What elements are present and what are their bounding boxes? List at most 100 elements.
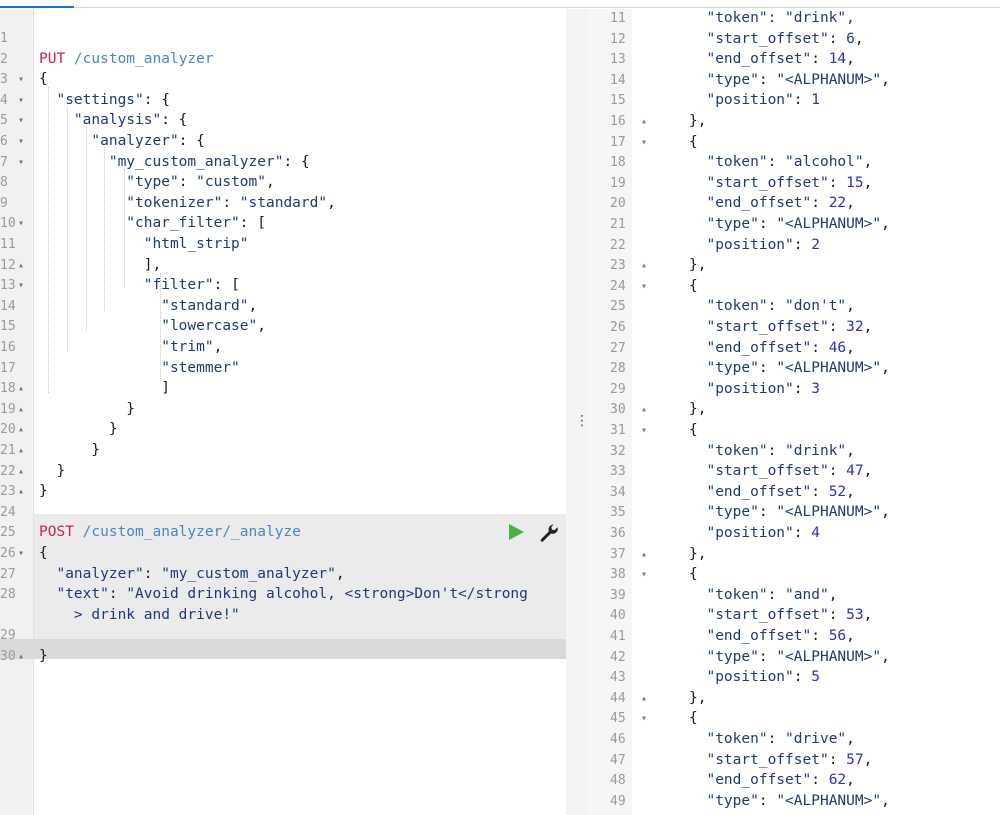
fold-expand-icon[interactable]: ▴ (641, 255, 647, 276)
token-key: "start_offset" (689, 30, 829, 47)
token-pun: : (222, 194, 240, 211)
token-pun: : (828, 607, 847, 624)
code-line: 15 "lowercase", (0, 316, 566, 337)
code-text: "end_offset": 56, (689, 626, 854, 647)
fold-collapse-icon[interactable]: ▾ (18, 543, 24, 564)
line-number: 23 (0, 484, 16, 500)
fold-collapse-icon[interactable]: ▾ (641, 132, 647, 153)
fold-expand-icon[interactable]: ▴ (641, 399, 647, 420)
fold-expand-icon[interactable]: ▴ (18, 399, 24, 420)
code-text: }, (689, 111, 706, 132)
code-line: 14 "standard", (0, 296, 566, 317)
token-key: "token" (689, 442, 768, 459)
token-key: "position" (689, 380, 794, 397)
fold-expand-icon[interactable]: ▴ (18, 440, 24, 461)
token-pun: : (828, 463, 847, 480)
token-pun: : { (143, 91, 170, 108)
fold-expand-icon[interactable]: ▴ (641, 544, 647, 565)
code-text: "type": "<ALPHANUM>", (689, 214, 889, 235)
line-number: 18 (610, 155, 626, 171)
fold-expand-icon[interactable]: ▴ (641, 111, 647, 132)
token-pun: : (793, 669, 812, 686)
line-number: 17 (610, 134, 626, 150)
fold-expand-icon[interactable]: ▴ (18, 461, 24, 482)
line-number: 12 (0, 257, 16, 273)
fold-collapse-icon[interactable]: ▾ (641, 276, 647, 297)
code-text: "end_offset": 14, (689, 49, 854, 70)
pane-splitter[interactable] (566, 9, 588, 815)
token-key: "start_offset" (689, 463, 829, 480)
fold-expand-icon[interactable]: ▴ (18, 481, 24, 502)
fold-expand-icon[interactable]: ▴ (641, 688, 647, 709)
code-line: 35 "type": "<ALPHANUM>", (588, 502, 1000, 523)
token-num: 56 (828, 628, 847, 644)
fold-expand-icon[interactable]: ▴ (18, 255, 24, 276)
token-str: "and" (785, 586, 829, 603)
token-num: 3 (811, 380, 820, 397)
line-number: 47 (610, 752, 626, 768)
splitter-grip-icon[interactable]: ⋮ (575, 413, 589, 429)
fold-collapse-icon[interactable]: ▾ (641, 420, 647, 441)
code-text: "type": "<ALPHANUM>", (689, 791, 890, 812)
fold-expand-icon[interactable]: ▴ (18, 419, 24, 440)
line-number: 40 (610, 608, 626, 624)
code-line: 1 (0, 28, 566, 49)
fold-collapse-icon[interactable]: ▾ (18, 131, 24, 152)
fold-collapse-icon[interactable]: ▾ (18, 275, 24, 296)
fold-collapse-icon[interactable]: ▾ (641, 708, 647, 729)
wrench-icon[interactable] (538, 522, 560, 544)
code-line: 27 "analyzer": "my_custom_analyzer", (0, 564, 566, 585)
code-text: "char_filter": [ (39, 213, 266, 234)
token-str: "<ALPHANUM>" (776, 504, 882, 521)
code-text: { (689, 276, 698, 297)
line-number: 11 (610, 11, 626, 26)
fold-expand-icon[interactable]: ▴ (18, 646, 24, 667)
line-number: 13 (610, 52, 626, 68)
code-line: 30 ▴} (0, 646, 566, 667)
line-number: 41 (610, 629, 626, 644)
response-viewer[interactable]: 11 "token": "drink", 12 "start_offset": 6… (588, 9, 1000, 815)
token-pun: { (689, 133, 698, 150)
line-number: 10 (0, 216, 16, 232)
token-key: "end_offset" (689, 51, 812, 68)
fold-collapse-icon[interactable]: ▾ (18, 152, 24, 173)
token-pun: : (143, 565, 162, 582)
fold-collapse-icon[interactable]: ▾ (18, 110, 24, 131)
token-str: "Avoid drinking alcohol, <strong>Don't</… (126, 586, 528, 603)
token-str: "custom" (196, 174, 266, 191)
token-pun: , (266, 174, 275, 191)
line-number: 22 (610, 237, 626, 253)
code-text: { (689, 564, 698, 585)
token-pun: : (793, 236, 812, 253)
line-number: 18 (0, 381, 16, 397)
request-editor[interactable]: 1 2 PUT /custom_analyzer 3 ▾{4 ▾ "settings": … (0, 9, 566, 815)
code-line: 39 "token": "and", (588, 585, 1000, 606)
fold-collapse-icon[interactable]: ▾ (18, 69, 24, 90)
token-str: "drink" (785, 442, 847, 459)
play-icon[interactable] (509, 524, 524, 540)
token-str: "don't" (785, 298, 847, 315)
token-str: "lowercase" (39, 318, 258, 335)
token-str: "standard" (39, 297, 249, 314)
code-text: "start_offset": 6, (689, 29, 863, 50)
token-pun: : (811, 772, 829, 789)
fold-expand-icon[interactable]: ▴ (18, 378, 24, 399)
token-pun: , (881, 792, 890, 809)
code-line: 19 "start_offset": 15, (588, 173, 1000, 194)
code-line: 21 ▴ } (0, 440, 566, 461)
active-tab-indicator[interactable] (0, 6, 74, 8)
token-pun: : (811, 195, 829, 212)
fold-collapse-icon[interactable]: ▾ (18, 213, 24, 234)
token-key: "type" (689, 360, 759, 377)
token-pun: , (881, 360, 890, 377)
code-line: > drink and drive!" (0, 605, 566, 626)
token-pun: : (793, 525, 812, 541)
code-line: 40 "start_offset": 53, (588, 605, 1000, 626)
token-str: "token": "drink", (689, 10, 855, 26)
line-number: 42 (610, 649, 626, 665)
token-num: 62 (828, 772, 847, 789)
token-key: "token" (689, 298, 768, 315)
fold-collapse-icon[interactable]: ▾ (641, 564, 647, 585)
fold-collapse-icon[interactable]: ▾ (18, 90, 24, 111)
token-pun: : (828, 174, 847, 191)
